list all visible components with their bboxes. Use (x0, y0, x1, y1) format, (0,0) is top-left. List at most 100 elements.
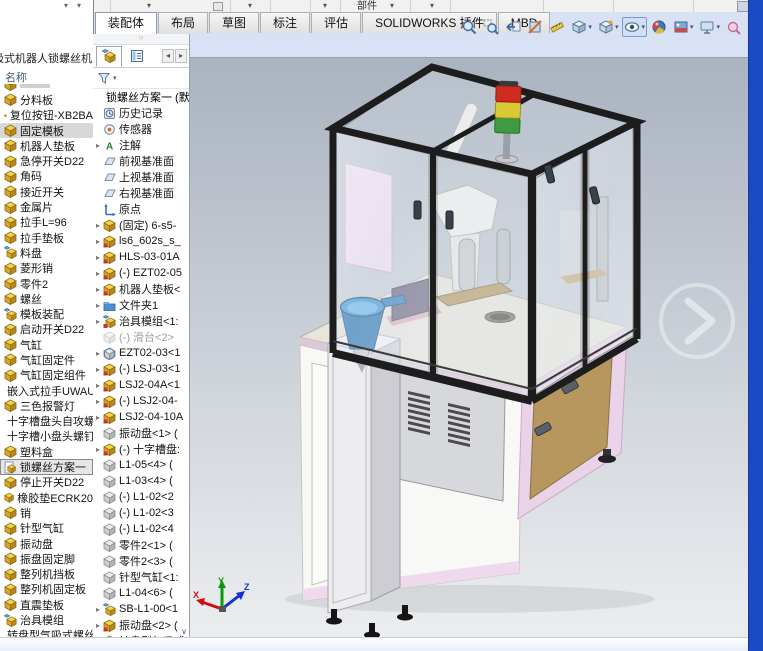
feature-tree-item[interactable]: ▸振动盘<2> ( (93, 617, 189, 633)
feature-tree-item[interactable]: ▸(固定) 6-s5- (93, 217, 189, 233)
chevron-down-icon[interactable]: ▾ (147, 1, 151, 11)
chevron-down-icon[interactable]: ▾ (615, 23, 619, 31)
chevron-down-icon[interactable]: ▾ (588, 23, 592, 31)
ribbon-tab-4[interactable]: 标注 (260, 12, 310, 33)
parts-list-item[interactable]: 塑料盒 (0, 444, 93, 459)
chevron-down-icon[interactable]: ▾ (430, 1, 434, 11)
chevron-down-icon[interactable]: ▾ (716, 23, 720, 31)
parts-list-item[interactable]: 螺丝 (0, 291, 93, 306)
parts-list-item[interactable]: 机器人垫板 (0, 138, 93, 153)
expand-arrow-icon[interactable]: ▸ (93, 141, 103, 150)
view-settings-button[interactable]: ▾ (697, 17, 722, 37)
expand-arrow-icon[interactable]: ▸ (93, 253, 103, 262)
feature-tree-item[interactable]: 传感器 (93, 121, 189, 137)
feature-tree-item[interactable]: ▸LSJ2-04-10A (93, 409, 189, 425)
expand-arrow-icon[interactable]: ▸ (93, 285, 103, 294)
expand-arrow-icon[interactable]: ▸ (93, 301, 103, 310)
chevron-down-icon[interactable]: ▾ (690, 23, 694, 31)
feature-tree-item[interactable]: (-) L1-02<3 (93, 505, 189, 521)
feature-tree-item[interactable]: ▸EZT02-03<1 (93, 345, 189, 361)
feature-tree-item[interactable]: ▸HLS-03-01A (93, 249, 189, 265)
parts-list-item[interactable]: 接近开关 (0, 184, 93, 199)
feature-tree-item[interactable]: ▸文件夹1 (93, 297, 189, 313)
chevron-down-icon[interactable]: ▾ (248, 1, 252, 11)
ribbon-tab-3[interactable]: 草图 (209, 12, 259, 33)
parts-list-item[interactable]: 固定模板 (0, 123, 93, 138)
tree-filter-bar[interactable]: ▾ (93, 68, 189, 89)
feature-tree-item[interactable]: ▸(-) LSJ-03<1 (93, 361, 189, 377)
parts-list-item[interactable]: 分料板 (0, 92, 93, 107)
parts-list-item[interactable]: 转盘型气吸式螺丝 (0, 628, 93, 637)
feature-tree-item[interactable]: ▸(-) 十字槽盘: (93, 441, 189, 457)
parts-list-item[interactable]: 菱形销 (0, 261, 93, 276)
parts-list-item[interactable]: 气缸固定组件 (0, 368, 93, 383)
parts-list-item[interactable]: 复位按钮-XB2BA (0, 108, 93, 123)
parts-list-item[interactable] (0, 84, 93, 92)
ribbon-tab-5[interactable]: 评估 (311, 12, 361, 33)
parts-list-item[interactable]: 十字槽盘头自攻螺 (0, 414, 93, 429)
chevron-down-icon[interactable]: ▾ (113, 74, 117, 82)
feature-tree-item[interactable]: 上视基准面 (93, 169, 189, 185)
graphics-viewport[interactable]: X Y Z (190, 57, 748, 638)
panel-next-arrow[interactable]: ▸ (175, 49, 187, 63)
feature-tree-item[interactable]: 零件2<1> ( (93, 537, 189, 553)
feature-tree-item[interactable]: ▸ls6_602s_s_ (93, 233, 189, 249)
parts-list-item[interactable]: 启动开关D22 (0, 322, 93, 337)
edit-appearance-button[interactable] (649, 17, 669, 37)
feature-tree-item[interactable]: ▸A注解 (93, 137, 189, 153)
parts-list-item[interactable]: 嵌入式拉手UWAU (0, 383, 93, 398)
feature-tree-item[interactable]: 原点 (93, 201, 189, 217)
parts-list-item[interactable]: 直震垫板 (0, 597, 93, 612)
feature-tree-item[interactable]: ▸SB-L1-00<1 (93, 601, 189, 617)
machine-3d-model[interactable] (190, 58, 748, 638)
expand-arrow-icon[interactable]: ▸ (93, 221, 103, 230)
expand-arrow-icon[interactable]: ▸ (93, 317, 103, 326)
parts-list-item[interactable]: 橡胶垫ECRK20 (0, 490, 93, 505)
chevron-down-icon[interactable]: ▾ (77, 1, 81, 10)
chevron-down-icon[interactable]: ▾ (641, 23, 645, 31)
feature-tree-item[interactable]: ▸机器人垫板< (93, 281, 189, 297)
expand-arrow-icon[interactable]: ▸ (93, 269, 103, 278)
expand-arrow-icon[interactable]: ▸ (93, 621, 103, 630)
hide-show-items-button[interactable]: ▾ (622, 17, 647, 37)
expand-arrow-icon[interactable]: ▸ (93, 381, 103, 390)
ribbon-tab-1[interactable]: 装配体 (95, 12, 157, 34)
feature-tree-item[interactable]: (-) L1-02<2 (93, 489, 189, 505)
parts-list-item[interactable]: 十字槽小盘头螺钉 (0, 429, 93, 444)
chevron-down-icon[interactable]: ▾ (323, 1, 327, 11)
feature-tree-item[interactable]: 针型气缸<1: (93, 569, 189, 585)
measure-button[interactable] (547, 17, 567, 37)
parts-list-item[interactable]: 拉手垫板 (0, 230, 93, 245)
section-view-button[interactable] (525, 17, 545, 37)
feature-tree-item[interactable]: ▸(-) EZT02-05 (93, 265, 189, 281)
view-orientation-button[interactable]: ▾ (596, 17, 621, 37)
feature-tree-item[interactable]: (-) 滑台<2> (93, 329, 189, 345)
ribbon-tab-2[interactable]: 布局 (158, 12, 208, 33)
parts-list-item[interactable]: 料盘 (0, 245, 93, 260)
next-view-arrow[interactable] (661, 285, 733, 357)
feature-tree-item[interactable]: L1-04<6> ( (93, 585, 189, 601)
expand-arrow-icon[interactable]: ▸ (93, 445, 103, 454)
expand-arrow-icon[interactable]: ▸ (93, 605, 103, 614)
parts-list-item[interactable]: 治具模组 (0, 612, 93, 627)
feature-tree-item[interactable]: 前视基准面 (93, 153, 189, 169)
feature-tree-item[interactable]: 历史记录 (93, 105, 189, 121)
zoom-to-fit-button[interactable] (459, 17, 479, 37)
chevron-down-icon[interactable]: ▾ (390, 1, 394, 11)
feature-tree-item[interactable]: 右视基准面 (93, 185, 189, 201)
parts-list-item[interactable]: 角码 (0, 169, 93, 184)
apply-scene-button[interactable]: ▾ (671, 17, 696, 37)
parts-list-item[interactable]: 金属片 (0, 199, 93, 214)
parts-list-item[interactable]: 锁螺丝方案一 (0, 459, 93, 474)
parts-list-item[interactable]: 零件2 (0, 276, 93, 291)
parts-list-item[interactable]: 拉手L=96 (0, 215, 93, 230)
feature-tree-root[interactable]: 锁螺丝方案一 (默 (93, 89, 189, 105)
feature-tree-item[interactable]: L1-05<4> ( (93, 457, 189, 473)
feature-tree-item[interactable]: 振动盘<1> ( (93, 425, 189, 441)
feature-tree-item[interactable]: L1-03<4> ( (93, 473, 189, 489)
expand-arrow-icon[interactable]: ▸ (93, 397, 103, 406)
toolbar-button[interactable] (213, 2, 223, 11)
zoom-to-area-button[interactable] (481, 17, 501, 37)
feature-tree-item[interactable]: (-) L1-02<4 (93, 521, 189, 537)
parts-list-item[interactable]: 振动盘 (0, 536, 93, 551)
